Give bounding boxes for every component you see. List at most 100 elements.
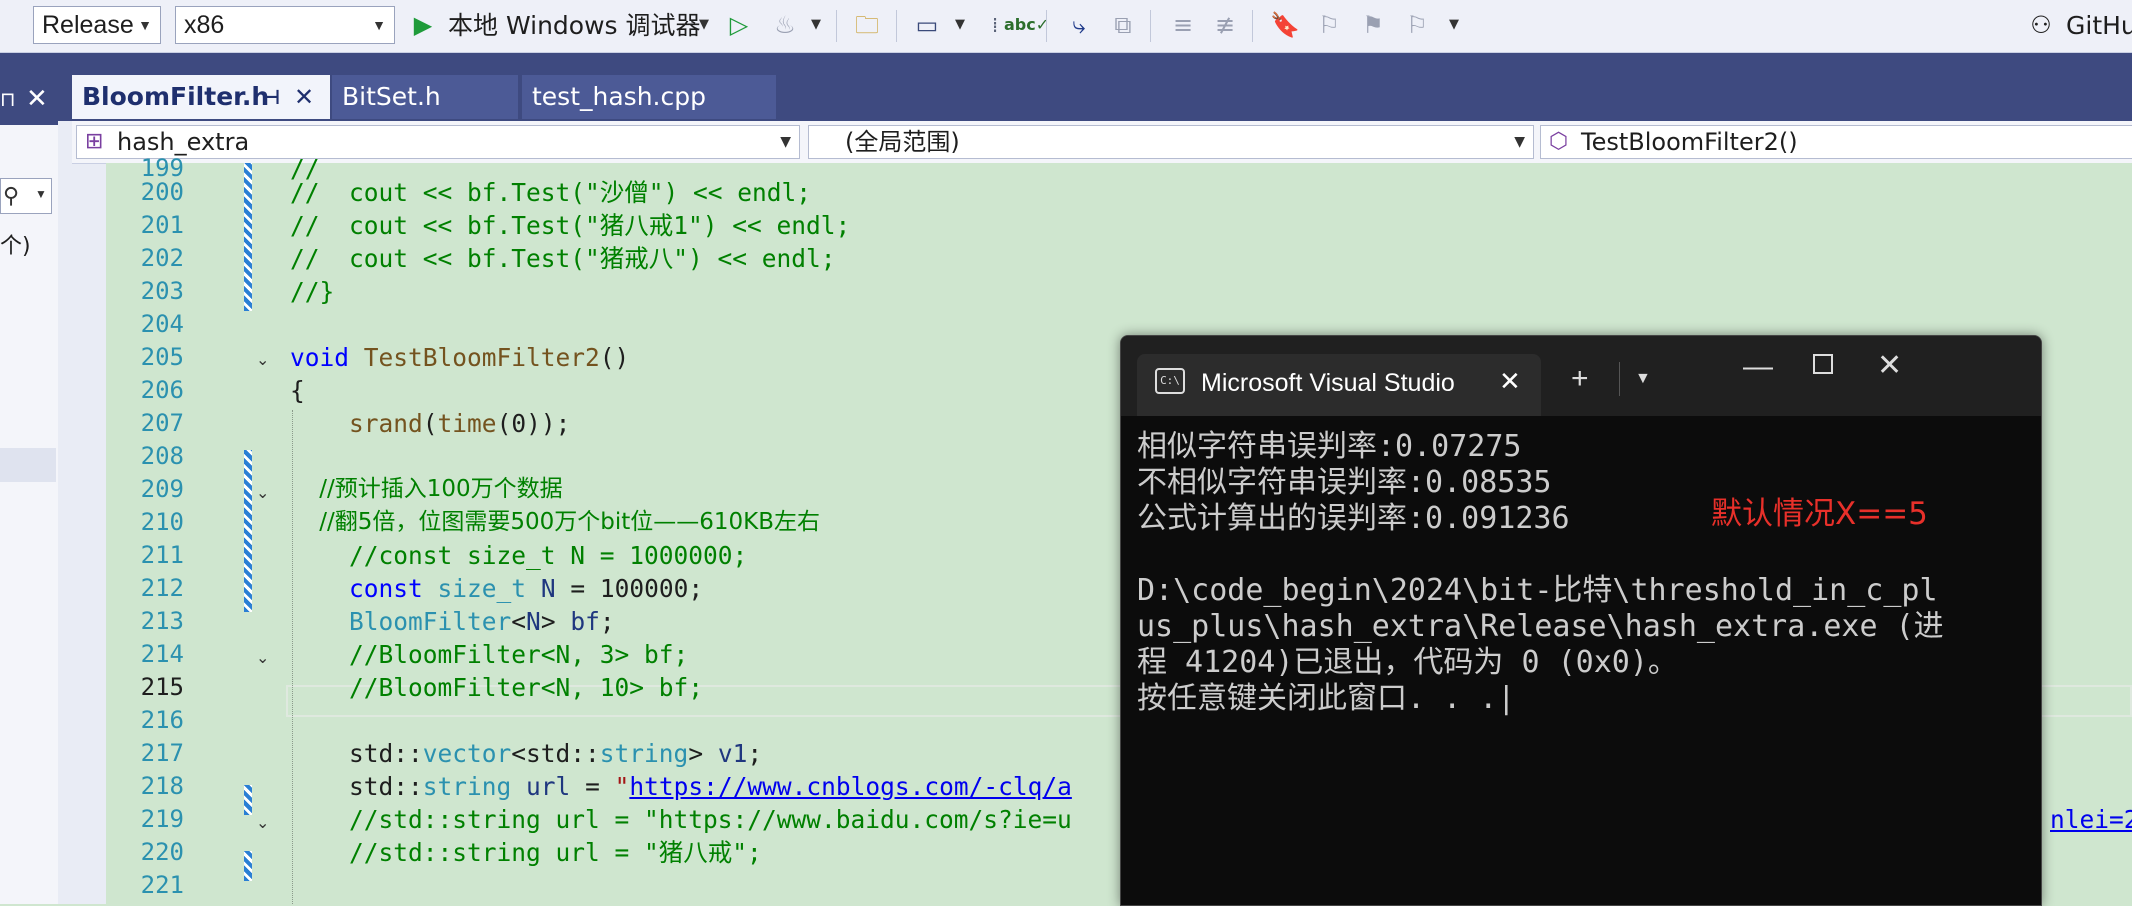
tab-bloomfilter-h[interactable]: BloomFilter.h ⊣ ✕ — [72, 75, 330, 119]
comment-icon[interactable]: ≡ — [1168, 10, 1198, 40]
code-line[interactable]: //const size_t N = 1000000; — [290, 539, 747, 572]
line-number: 204 — [140, 310, 184, 338]
collapse-icon[interactable]: ⌄ — [256, 813, 269, 833]
run-icon[interactable]: ▶ — [408, 10, 438, 40]
pin-icon[interactable]: ⊓ — [0, 87, 16, 112]
line-number: 221 — [140, 871, 184, 899]
member-dropdown[interactable]: ⬡ TestBloomFilter2() — [1540, 125, 2132, 159]
toolbar-separator — [836, 10, 837, 42]
code-line[interactable]: void TestBloomFilter2() — [290, 341, 629, 374]
line-number: 214 — [140, 640, 184, 668]
minimize-icon[interactable]: — — [1743, 350, 1773, 384]
plus-icon[interactable]: + — [1571, 364, 1589, 394]
code-line[interactable]: //翻5倍，位图需要500万个bit位——610KB左右 — [290, 506, 820, 539]
code-line[interactable]: // cout << bf.Test("沙僧") << endl; — [290, 176, 811, 209]
code-line[interactable]: std::vector<std::string> v1; — [290, 737, 762, 770]
layout-icon[interactable]: ▭ — [912, 10, 942, 40]
chevron-down-icon[interactable]: ▼ — [1635, 370, 1651, 388]
platform-dropdown[interactable]: x86 ▼ — [175, 6, 395, 44]
tab-test-hash-cpp[interactable]: test_hash.cpp — [522, 75, 776, 119]
maximize-icon[interactable] — [1813, 354, 1833, 374]
tab-label: BitSet.h — [342, 82, 441, 111]
collapse-icon[interactable]: ⌄ — [256, 350, 269, 370]
scope-value: (全局范围) — [845, 128, 960, 156]
console-tab[interactable]: C:\ Microsoft Visual Studio ✕ — [1137, 354, 1541, 416]
code-line[interactable]: srand(time(0)); — [290, 407, 570, 440]
line-number: 216 — [140, 706, 184, 734]
line-number: 209 — [140, 475, 184, 503]
change-marker — [244, 450, 252, 612]
collapse-icon[interactable]: ⌄ — [256, 483, 269, 503]
chevron-down-icon: ▼ — [780, 134, 791, 150]
code-line[interactable]: //} — [290, 275, 334, 308]
code-line[interactable]: BloomFilter<N> bf; — [290, 605, 615, 638]
code-line[interactable]: std::string url = "https://www.cnblogs.c… — [290, 770, 1072, 803]
left-panel-item[interactable]: 个) — [0, 228, 31, 260]
spellcheck-icon[interactable]: abc✓ — [1004, 10, 1049, 40]
chevron-down-icon: ▼ — [35, 187, 47, 201]
uncomment-icon[interactable]: ≢ — [1210, 10, 1240, 40]
console-annotation: 默认情况X==5 — [1711, 496, 1928, 532]
close-icon[interactable]: ✕ — [294, 75, 314, 119]
bookmark-next-icon[interactable]: ⚑ — [1358, 10, 1388, 40]
tab-bitset-h[interactable]: BitSet.h — [332, 75, 518, 119]
chevron-down-icon: ▼ — [138, 17, 152, 33]
console-output-line: 相似字符串误判率:0.07275 — [1137, 429, 1522, 464]
code-line[interactable]: //BloomFilter<N, 3> bf; — [290, 638, 688, 671]
configuration-dropdown[interactable]: Release ▼ — [33, 6, 161, 44]
tab-label: BloomFilter.h — [82, 82, 270, 111]
chevron-down-icon: ▼ — [1514, 134, 1525, 150]
bookmark-icon[interactable]: 🔖 — [1270, 10, 1300, 40]
console-output-line: 公式计算出的误判率:0.091236 — [1137, 501, 1570, 536]
code-line[interactable]: { — [290, 374, 305, 407]
code-line[interactable]: // cout << bf.Test("猪八戒1") << endl; — [290, 209, 850, 242]
close-icon[interactable]: ✕ — [1499, 366, 1521, 397]
toolbar-separator — [1150, 10, 1151, 42]
change-marker — [244, 785, 252, 815]
format-icon[interactable]: ⤷ — [1064, 10, 1094, 40]
code-line-current[interactable]: //BloomFilter<N, 10> bf; — [290, 671, 703, 704]
scope-dropdown[interactable]: (全局范围) ▼ — [808, 125, 1534, 159]
left-panel-header: ⊓ ✕ — [0, 53, 58, 125]
line-number: 201 — [140, 211, 184, 239]
close-icon[interactable]: ✕ — [1877, 348, 1902, 383]
url-link[interactable]: nlei=2 — [2050, 803, 2132, 836]
project-dropdown[interactable]: ⊞ hash_extra ▼ — [76, 125, 800, 159]
outdent-icon[interactable]: ⧉ — [1108, 10, 1138, 40]
cube-icon: ⬡ — [1549, 129, 1569, 154]
console-window[interactable]: C:\ Microsoft Visual Studio ✕ + ▼ — ✕ 相似… — [1120, 335, 2042, 906]
code-line[interactable]: // cout << bf.Test("猪戒八") << endl; — [290, 242, 836, 275]
editor-margin — [58, 53, 106, 904]
search-icon: ⚲ — [3, 183, 20, 208]
pin-icon[interactable]: ⊣ — [262, 75, 280, 119]
search-box[interactable]: ⚲ ▼ — [0, 178, 52, 214]
line-number: 200 — [140, 178, 184, 206]
folder-search-icon[interactable]: 🗀 — [852, 10, 882, 40]
run-no-debug-icon[interactable]: ▷ — [724, 10, 754, 40]
chevron-down-icon[interactable]: ▼ — [1444, 10, 1464, 40]
left-panel-selected-row[interactable] — [0, 448, 56, 482]
line-number: 205 — [140, 343, 184, 371]
start-debugger-button[interactable]: 本地 Windows 调试器 — [448, 8, 701, 44]
chevron-down-icon[interactable]: ▼ — [950, 10, 970, 40]
github-icon[interactable]: ⚇ — [2026, 10, 2056, 40]
github-copilot-button[interactable]: GitHu — [2066, 8, 2132, 44]
line-number: 217 — [140, 739, 184, 767]
chevron-down-icon[interactable]: ▼ — [694, 10, 714, 40]
line-number: 203 — [140, 277, 184, 305]
chevron-down-icon[interactable]: ▼ — [806, 10, 826, 40]
code-line[interactable]: const size_t N = 100000; — [290, 572, 703, 605]
code-line[interactable]: //预计插入100万个数据 — [290, 473, 562, 506]
bookmark-clear-icon[interactable]: ⚐ — [1402, 10, 1432, 40]
line-number-current: 215 — [140, 673, 184, 701]
code-line[interactable]: //std::string url = "https://www.baidu.c… — [290, 803, 1072, 836]
line-number: 208 — [140, 442, 184, 470]
terminal-icon: C:\ — [1155, 368, 1185, 394]
main-toolbar: Release ▼ x86 ▼ ▶ 本地 Windows 调试器 ▼ ▷ ♨ ▼… — [0, 0, 2132, 53]
hot-reload-icon[interactable]: ♨ — [770, 10, 800, 40]
collapse-icon[interactable]: ⌄ — [256, 648, 269, 668]
bookmark-prev-icon[interactable]: ⚐ — [1314, 10, 1344, 40]
console-title: Microsoft Visual Studio — [1201, 369, 1455, 397]
close-icon[interactable]: ✕ — [26, 83, 48, 114]
code-line[interactable]: //std::string url = "猪八戒"; — [290, 836, 762, 869]
